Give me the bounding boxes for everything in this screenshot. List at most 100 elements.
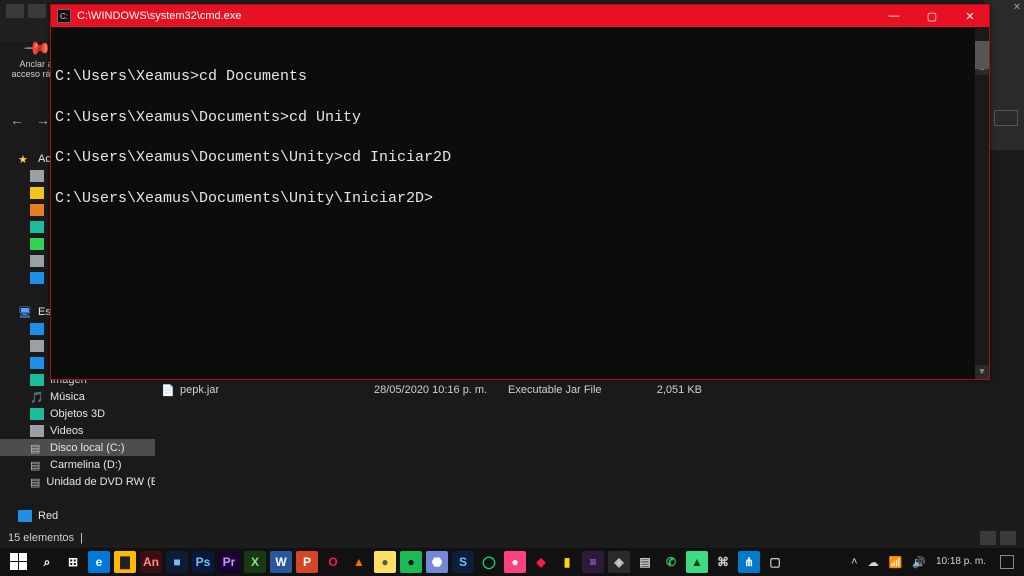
sidebar-item-label: Red — [38, 510, 58, 522]
taskbar-app-icon[interactable]: ◯ — [478, 551, 500, 573]
disk-icon: ▤ — [30, 476, 40, 488]
gray-icon — [30, 170, 44, 182]
cmd-terminal-area[interactable]: C:\Users\Xeamus>cd Documents C:\Users\Xe… — [51, 27, 989, 379]
sidebar-item-label: Unidad de DVD RW (E:) Au — [46, 476, 155, 488]
blue-icon — [30, 323, 44, 335]
sidebar-item[interactable]: ▤ Unidad de DVD RW (E:) Au — [0, 473, 155, 490]
taskbar-app-icon[interactable]: ▲ — [348, 551, 370, 573]
taskbar-app-icon[interactable]: ✆ — [660, 551, 682, 573]
cmd-title-text: C:\WINDOWS\system32\cmd.exe — [77, 10, 875, 22]
music-icon: 🎵 — [30, 391, 44, 403]
teal-icon — [30, 374, 44, 386]
tray-notifications-icon[interactable] — [1000, 555, 1014, 569]
scroll-thumb[interactable] — [975, 41, 989, 69]
sidebar-item[interactable]: ▤ Disco local (C:) — [0, 439, 155, 456]
taskbar-app-icon[interactable]: ⌘ — [712, 551, 734, 573]
sidebar-item[interactable]: Red — [0, 507, 155, 524]
tray-cloud-icon[interactable]: ☁ — [868, 556, 879, 569]
taskbar-app-icon[interactable]: ⊞ — [62, 551, 84, 573]
close-button[interactable]: ✕ — [951, 5, 989, 27]
minimize-button[interactable]: — — [875, 5, 913, 27]
close-icon[interactable]: ✕ — [1012, 2, 1022, 12]
taskbar-app-icon[interactable]: X — [244, 551, 266, 573]
sidebar-item[interactable] — [0, 490, 155, 507]
taskbar-app-icon[interactable]: ▢ — [764, 551, 786, 573]
cmd-scrollbar[interactable]: ▲ ▼ — [975, 27, 989, 379]
terminal-line: C:\Users\Xeamus\Documents>cd Unity — [55, 108, 985, 128]
pc-icon: 🖥 — [18, 306, 32, 318]
tray-volume-icon[interactable]: 🔊 — [912, 556, 926, 569]
tray-clock[interactable]: 10:18 p. m. — [936, 557, 986, 568]
taskbar-app-icon[interactable]: ● — [504, 551, 526, 573]
status-bar: 15 elementos | — [0, 528, 1024, 548]
tray-overflow-icon[interactable]: ˄ — [851, 556, 857, 568]
taskbar-app-icon[interactable]: ≡ — [582, 551, 604, 573]
sidebar-item[interactable]: ▤ Carmelina (D:) — [0, 456, 155, 473]
scroll-down-icon[interactable]: ▼ — [975, 365, 989, 379]
cmd-titlebar[interactable]: C: C:\WINDOWS\system32\cmd.exe — ▢ ✕ — [51, 5, 989, 27]
taskbar-app-icon[interactable]: Pr — [218, 551, 240, 573]
sidebar-item-label: Disco local (C:) — [50, 442, 125, 454]
taskbar-app-icon[interactable]: S — [452, 551, 474, 573]
taskbar-app-icon[interactable]: ⌕ — [36, 551, 58, 573]
yel-icon — [30, 187, 44, 199]
nav-back-icon[interactable]: ← — [10, 112, 24, 128]
file-name: pepk.jar — [180, 384, 370, 396]
gray-icon — [30, 425, 44, 437]
taskbar-app-icon[interactable]: ⋔ — [738, 551, 760, 573]
taskbar-app-icon[interactable]: ▮ — [556, 551, 578, 573]
taskbar-app-icon[interactable]: ▲ — [686, 551, 708, 573]
terminal-line — [55, 168, 985, 188]
sidebar-item[interactable]: Objetos 3D — [0, 405, 155, 422]
view-large-icon[interactable] — [1000, 531, 1016, 545]
taskbar-app-icon[interactable]: An — [140, 551, 162, 573]
disk-icon: ▤ — [30, 442, 44, 454]
taskbar-app-icon[interactable]: P — [296, 551, 318, 573]
sidebar-item-label: Carmelina (D:) — [50, 459, 122, 471]
teal-icon — [30, 408, 44, 420]
terminal-line — [55, 87, 985, 107]
gray-icon — [30, 255, 44, 267]
green-icon — [30, 238, 44, 250]
file-row[interactable]: 📄 pepk.jar 28/05/2020 10:16 p. m. Execut… — [160, 380, 1024, 400]
cmd-app-icon: C: — [57, 9, 71, 23]
sidebar-item[interactable]: 🎵Música — [0, 388, 155, 405]
star-icon: ★ — [18, 153, 32, 165]
taskbar-app-icon[interactable]: W — [270, 551, 292, 573]
start-button[interactable] — [10, 553, 28, 571]
terminal-line: C:\Users\Xeamus\Documents\Unity>cd Inici… — [55, 148, 985, 168]
taskbar-app-icon[interactable]: ▇ — [114, 551, 136, 573]
gray-icon — [30, 340, 44, 352]
disk-icon: ▤ — [30, 459, 44, 471]
blue-icon — [30, 357, 44, 369]
cmd-window[interactable]: C: C:\WINDOWS\system32\cmd.exe — ▢ ✕ C:\… — [50, 4, 990, 380]
taskbar-app-icon[interactable]: ● — [374, 551, 396, 573]
nav-forward-icon[interactable]: → — [36, 112, 50, 128]
orange-icon — [30, 204, 44, 216]
sidebar-item[interactable]: Videos — [0, 422, 155, 439]
sidebar-item-label: Videos — [50, 425, 83, 437]
taskbar-app-icon[interactable]: O — [322, 551, 344, 573]
taskbar-app-icon[interactable]: ⬣ — [426, 551, 448, 573]
taskbar-app-icon[interactable]: ▤ — [634, 551, 656, 573]
taskbar-app-icon[interactable]: Ps — [192, 551, 214, 573]
system-tray: ˄ ☁ 📶 🔊 10:18 p. m. — [851, 555, 1020, 569]
maximize-button[interactable]: ▢ — [913, 5, 951, 27]
terminal-line: C:\Users\Xeamus\Documents\Unity\Iniciar2… — [55, 189, 985, 209]
taskbar-app-icon[interactable]: e — [88, 551, 110, 573]
taskbar-app-icon[interactable]: ◆ — [530, 551, 552, 573]
teal-icon — [30, 221, 44, 233]
blank-icon — [18, 289, 32, 301]
blue-icon — [30, 272, 44, 284]
taskbar-app-icon[interactable]: ● — [400, 551, 422, 573]
sidebar-item-label: Objetos 3D — [50, 408, 105, 420]
tray-network-icon[interactable]: 📶 — [889, 556, 903, 569]
taskbar-app-icon[interactable]: ■ — [166, 551, 188, 573]
view-details-icon[interactable] — [980, 531, 996, 545]
jar-file-icon: 📄 — [160, 384, 176, 397]
taskbar-app-icon[interactable]: ◈ — [608, 551, 630, 573]
file-size: 2,051 KB — [632, 384, 702, 396]
background-window: ✕ — [984, 0, 1024, 150]
background-window-field — [994, 110, 1018, 126]
file-list: 📄 pepk.jar 28/05/2020 10:16 p. m. Execut… — [160, 380, 1024, 400]
